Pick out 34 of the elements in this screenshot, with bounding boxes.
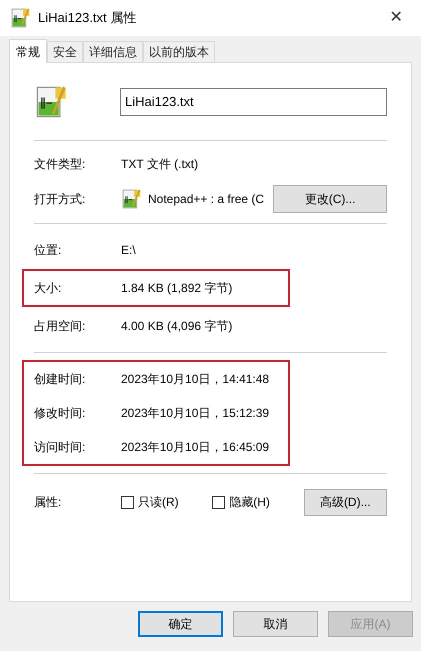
tab[interactable]: 安全 [47,41,83,62]
field-label: 打开方式: [34,191,86,208]
field-label: 属性: [34,494,62,511]
field-value: 2023年10月10日，15:12:39 [121,405,270,422]
checkbox-label: 隐藏(H) [229,494,270,511]
file-icon [10,7,32,29]
field-value: 1.84 KB (1,892 字节) [121,280,232,297]
advanced-button[interactable]: 高级(D)... [304,488,387,516]
change-button[interactable]: 更改(C)... [273,185,387,213]
field-value: 2023年10月10日，16:45:09 [121,439,270,456]
checkbox-label: 只读(R) [138,494,179,511]
field-label: 占用空间: [34,318,86,335]
field-value: E:\ [121,242,136,259]
tab[interactable]: 常规 [9,39,47,63]
field-value: TXT 文件 (.txt) [121,156,198,173]
field-label: 大小: [34,280,62,297]
field-label: 文件类型: [34,156,86,173]
field-value: Notepad++ : a free (C [148,191,266,208]
checkbox[interactable] [121,496,134,508]
field-label: 创建时间: [34,371,86,388]
field-label: 访问时间: [34,439,86,456]
notepad-icon [121,188,143,210]
window-title: LiHai123.txt 属性 [38,9,138,28]
dialog-button[interactable]: 取消 [233,611,318,637]
field-label: 修改时间: [34,405,86,422]
file-name-field[interactable]: LiHai123.txt [120,88,387,116]
close-button[interactable]: ✕ [381,6,411,30]
tab[interactable]: 以前的版本 [143,41,215,62]
checkbox[interactable] [212,496,226,508]
dialog-button[interactable]: 确定 [138,611,223,637]
field-label: 位置: [34,242,62,259]
tab[interactable]: 详细信息 [83,41,143,62]
field-value: 4.00 KB (4,096 字节) [121,318,232,335]
field-value: 2023年10月10日，14:41:48 [121,371,270,388]
